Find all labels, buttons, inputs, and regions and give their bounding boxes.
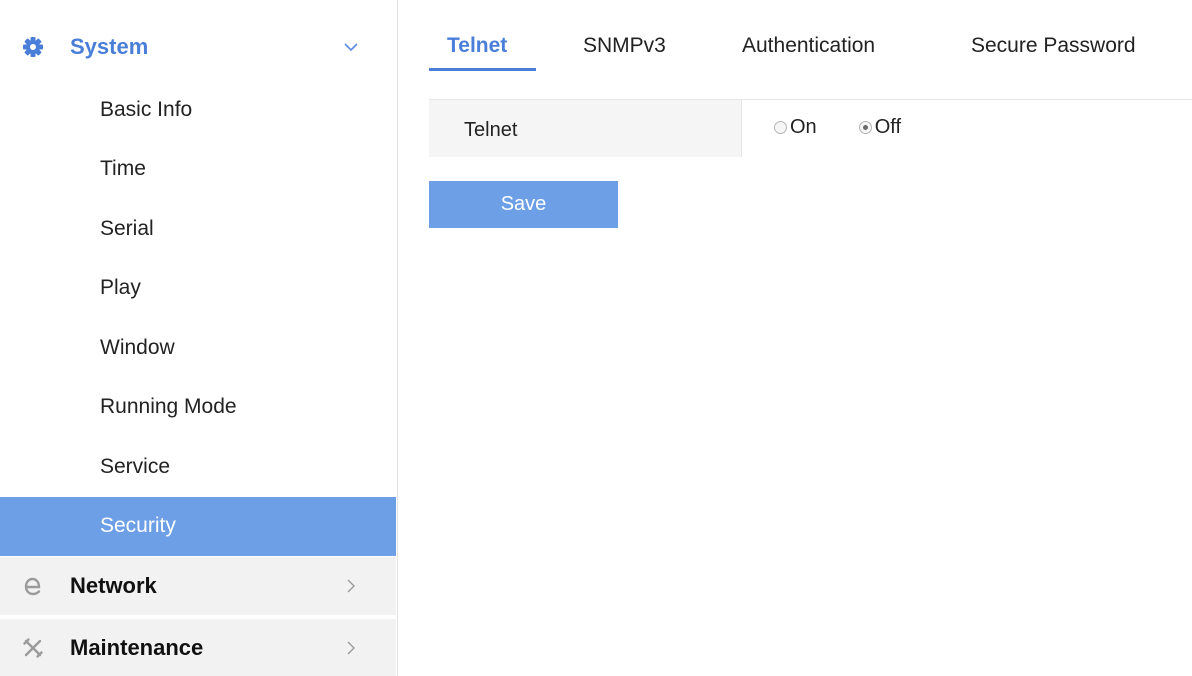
active-tab-indicator [429,68,536,71]
tab-telnet[interactable]: Telnet [447,34,507,58]
tab-secure-password[interactable]: Secure Password [971,34,1136,58]
sidebar-group-system[interactable]: System [0,18,396,76]
sidebar-item-time[interactable]: Time [0,140,396,200]
sidebar-item-security[interactable]: Security [0,496,396,556]
telnet-setting-row: Telnet On Off [429,99,1192,157]
sidebar-item-play[interactable]: Play [0,259,396,319]
sidebar-item-running-mode[interactable]: Running Mode [0,378,396,438]
chevron-right-icon [342,639,360,657]
sidebar-group-network-label: Network [70,573,157,598]
telnet-off-label: Off [874,116,901,138]
system-submenu: Basic Info Time Serial Play Window Runni… [0,80,396,556]
telnet-on-label: On [790,116,817,138]
sidebar-group-maintenance-label: Maintenance [70,635,204,660]
sidebar: System Basic Info Time Serial Play Windo… [0,0,396,676]
sidebar-item-basic-info[interactable]: Basic Info [0,80,396,140]
tab-authentication[interactable]: Authentication [742,34,875,58]
radio-checked-icon[interactable] [858,121,872,134]
sidebar-group-maintenance[interactable]: Maintenance [0,619,396,676]
telnet-label-cell: Telnet [429,100,742,157]
radio-unchecked-icon[interactable] [774,121,787,134]
tab-bar: Telnet SNMPv3 Authentication Secure Pass… [398,0,1192,90]
chevron-right-icon [342,577,360,595]
save-button[interactable]: Save [429,181,618,228]
main-content: Telnet SNMPv3 Authentication Secure Pass… [398,0,1192,676]
sidebar-item-service[interactable]: Service [0,437,396,497]
tools-icon [22,637,44,659]
sidebar-item-serial[interactable]: Serial [0,199,396,259]
telnet-radio-group: On Off [774,116,943,139]
sidebar-group-system-label: System [70,34,149,59]
telnet-off-radio[interactable]: Off [858,116,901,139]
sidebar-group-network[interactable]: Network [0,557,396,615]
sidebar-item-window[interactable]: Window [0,318,396,378]
network-e-icon [22,575,44,597]
tab-snmpv3[interactable]: SNMPv3 [583,34,666,58]
telnet-on-radio[interactable]: On [774,116,817,139]
telnet-label: Telnet [464,119,518,141]
chevron-down-icon [342,38,360,56]
gear-icon [22,36,44,58]
